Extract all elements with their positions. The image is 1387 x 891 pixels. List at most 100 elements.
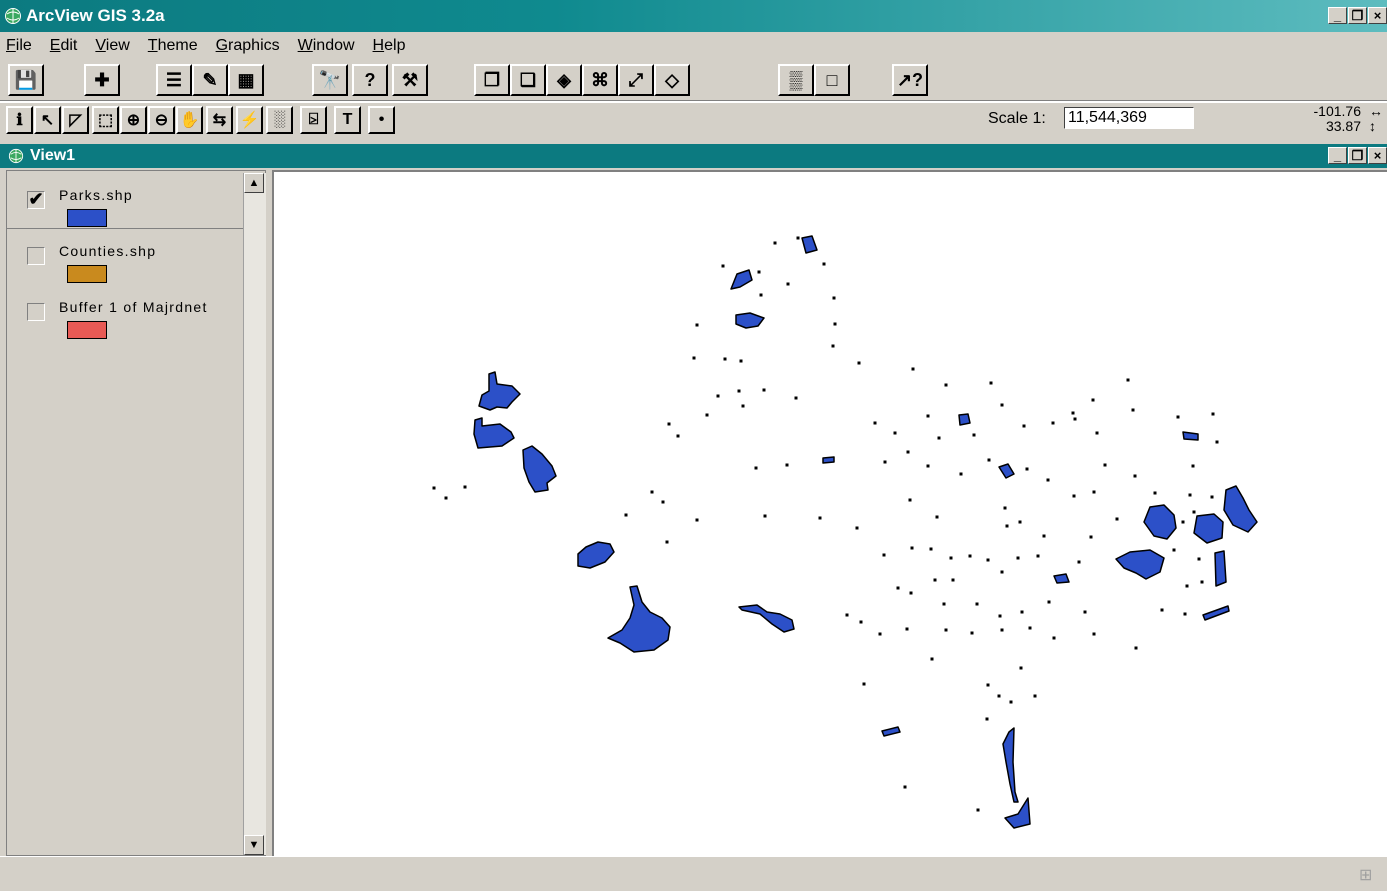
view-minimize-button[interactable]: _ <box>1328 147 1347 164</box>
park-feature-small <box>695 323 699 327</box>
park-feature-small <box>665 540 669 544</box>
layer-visibility-checkbox[interactable]: ✔ <box>27 190 45 209</box>
zoom-in-fixed-button[interactable]: ⌘ <box>582 64 618 96</box>
park-feature-small <box>444 496 448 500</box>
menu-edit[interactable]: Edit <box>41 37 87 55</box>
hammer-icon: ⚒ <box>401 69 419 90</box>
select-by-theme-button[interactable]: ▒ <box>778 64 814 96</box>
area-of-interest-tool[interactable]: ░ <box>266 106 293 134</box>
arcview-globe-icon <box>5 8 21 24</box>
park-feature <box>522 445 557 493</box>
park-feature-small <box>1003 506 1007 510</box>
layer-name: Buffer 1 of Majrdnet <box>59 299 208 315</box>
zoom-in-tool[interactable]: ⊕ <box>120 106 147 134</box>
park-feature-small <box>832 296 836 300</box>
legend-item-buffer-1-of-majrdnet[interactable]: Buffer 1 of Majrdnet <box>7 285 243 341</box>
park-feature-small <box>773 241 777 245</box>
park-feature-small <box>908 498 912 502</box>
view-close-button[interactable]: × <box>1368 147 1387 164</box>
toc-scrollbar[interactable]: ▲ ▼ <box>243 173 266 855</box>
info-icon: ℹ <box>16 112 23 129</box>
park-feature-small <box>926 464 930 468</box>
menu-theme[interactable]: Theme <box>139 37 207 55</box>
park-feature-small <box>1020 610 1024 614</box>
park-feature-small <box>762 388 766 392</box>
park-feature <box>1214 550 1227 587</box>
point-icon: • <box>378 111 385 128</box>
park-feature-small <box>1211 412 1215 416</box>
legend-item-counties-shp[interactable]: Counties.shp <box>7 229 243 285</box>
coord-y: 33.87 <box>1325 118 1361 134</box>
legend-swatch <box>67 209 107 227</box>
restore-button[interactable]: ❐ <box>1348 7 1367 24</box>
legend-item-parks-shp[interactable]: ✔ Parks.shp <box>7 173 243 229</box>
park-feature-small <box>1036 554 1040 558</box>
minimize-button[interactable]: _ <box>1328 7 1347 24</box>
label-tool[interactable]: ⍄ <box>300 106 327 134</box>
zoom-out-tool[interactable]: ⊖ <box>148 106 175 134</box>
menu-file[interactable]: File <box>0 37 41 55</box>
zoom-full-extent-button[interactable]: ❐ <box>474 64 510 96</box>
pointer-tool[interactable]: ↖ <box>34 106 61 134</box>
park-feature-small <box>1089 535 1093 539</box>
theme-properties-button[interactable]: ☰ <box>156 64 192 96</box>
zoom-out-fixed-button[interactable]: ⤢ <box>618 64 654 96</box>
draw-point-tool[interactable]: • <box>368 106 395 134</box>
measure-tool[interactable]: ⇆ <box>206 106 233 134</box>
menu-help[interactable]: Help <box>364 37 415 55</box>
zoom-previous-button[interactable]: ◇ <box>654 64 690 96</box>
map-canvas[interactable] <box>272 170 1387 856</box>
query-builder-button[interactable]: ⚒ <box>392 64 428 96</box>
select-feature-tool[interactable]: ⬚ <box>92 106 119 134</box>
park-feature-small <box>882 553 886 557</box>
layer-visibility-checkbox[interactable] <box>27 303 45 321</box>
zoom-selected-button[interactable]: ◈ <box>546 64 582 96</box>
park-feature-small <box>1033 694 1037 698</box>
resize-grip-icon[interactable]: ⊞ <box>1359 865 1379 885</box>
park-feature-small <box>754 466 758 470</box>
hot-link-tool[interactable]: ⚡ <box>236 106 263 134</box>
view-globe-icon <box>8 148 24 164</box>
park-feature-small <box>873 421 877 425</box>
identify-tool[interactable]: ℹ <box>6 106 33 134</box>
park-feature <box>738 604 795 633</box>
scroll-up-arrow-icon[interactable]: ▲ <box>244 173 264 193</box>
find-button[interactable]: 🔭 <box>312 64 348 96</box>
park-feature-small <box>975 602 979 606</box>
zoom-active-themes-button[interactable]: ❑ <box>510 64 546 96</box>
park-feature-small <box>968 554 972 558</box>
park-feature-small <box>1052 636 1056 640</box>
vertex-edit-tool[interactable]: ◸ <box>62 106 89 134</box>
park-feature-small <box>970 631 974 635</box>
pan-tool[interactable]: ✋ <box>176 106 203 134</box>
menu-view[interactable]: View <box>86 37 138 55</box>
park-feature-small <box>1215 440 1219 444</box>
park-feature-small <box>1028 626 1032 630</box>
zoom-out-icon: ⊖ <box>154 112 169 129</box>
menu-graphics[interactable]: Graphics <box>207 37 289 55</box>
edit-legend-button[interactable]: ✎ <box>192 64 228 96</box>
park-feature-small <box>893 431 897 435</box>
save-button[interactable]: 💾 <box>8 64 44 96</box>
close-button[interactable]: × <box>1368 7 1387 24</box>
select-feature-icon: ⬚ <box>97 112 114 129</box>
add-theme-button[interactable]: ✚ <box>84 64 120 96</box>
park-feature-small <box>1025 467 1029 471</box>
park-feature-small <box>845 613 849 617</box>
measure-icon: ⇆ <box>212 112 227 129</box>
menu-window[interactable]: Window <box>289 37 364 55</box>
layer-visibility-checkbox[interactable] <box>27 247 45 265</box>
park-feature-small <box>1083 610 1087 614</box>
view-maximize-button[interactable]: ❐ <box>1348 147 1367 164</box>
park-feature-small <box>676 434 680 438</box>
scroll-down-arrow-icon[interactable]: ▼ <box>244 835 264 855</box>
legend-editor-icon: ✎ <box>202 69 218 90</box>
open-table-button[interactable]: ▦ <box>228 64 264 96</box>
clear-selected-button[interactable]: □ <box>814 64 850 96</box>
locate-address-button[interactable]: ? <box>352 64 388 96</box>
text-tool[interactable]: T <box>334 106 361 134</box>
scale-input[interactable]: 11,544,369 <box>1064 107 1194 129</box>
park-feature-small <box>763 514 767 518</box>
park-feature-small <box>1000 628 1004 632</box>
help-button[interactable]: ↗? <box>892 64 928 96</box>
